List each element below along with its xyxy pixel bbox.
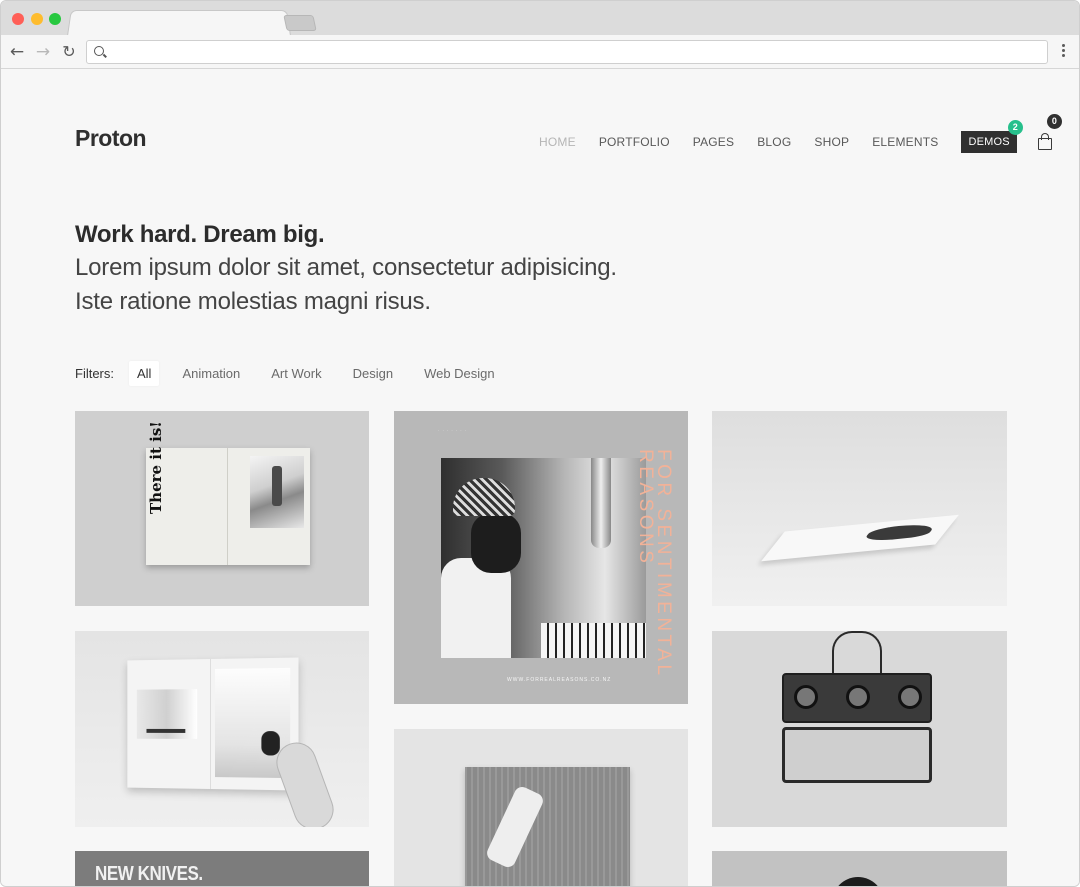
main-navigation: HOME PORTFOLIO PAGES BLOG SHOP ELEMENTS … [539, 113, 1062, 153]
demos-badge: 2 [1007, 120, 1023, 135]
new-tab-button[interactable] [283, 15, 317, 31]
web-page: Proton HOME PORTFOLIO PAGES BLOG SHOP EL… [1, 69, 1079, 886]
device-image [782, 631, 932, 803]
demos-button[interactable]: DEMOS 2 [961, 120, 1023, 153]
portfolio-item-magazine[interactable] [75, 631, 369, 827]
browser-tab-active[interactable] [67, 10, 291, 36]
cart-icon[interactable]: 0 [1037, 113, 1062, 150]
nav-home[interactable]: HOME [539, 135, 576, 149]
address-bar[interactable] [86, 40, 1048, 64]
portfolio-item-device[interactable] [712, 631, 1007, 827]
portfolio-item-dark[interactable] [712, 851, 1007, 886]
print-image [465, 767, 630, 886]
nav-blog[interactable]: BLOG [757, 135, 791, 149]
nav-elements[interactable]: ELEMENTS [872, 135, 938, 149]
back-arrow-icon[interactable]: ← [7, 42, 27, 62]
nav-portfolio[interactable]: PORTFOLIO [599, 135, 670, 149]
poster-vertical-title: FOR SENTIMENTAL REASONS [635, 449, 684, 679]
forward-arrow-icon[interactable]: → [33, 42, 53, 62]
browser-menu-icon[interactable] [1059, 44, 1067, 60]
filter-art-work[interactable]: Art Work [263, 361, 329, 386]
site-logo[interactable]: Proton [75, 125, 147, 152]
filters-label: Filters: [75, 366, 114, 381]
magazine-image [127, 657, 299, 791]
poster-photo [441, 458, 646, 658]
filter-all[interactable]: All [129, 361, 160, 386]
reload-icon[interactable]: ↻ [59, 42, 79, 62]
maximize-window-button[interactable] [49, 13, 61, 25]
knives-title: NEW KNIVES. [95, 863, 203, 885]
dark-object-image [832, 877, 884, 886]
hero-subtitle-line-1: Lorem ipsum dolor sit amet, consectetur … [75, 254, 617, 281]
demos-label: DEMOS [968, 136, 1010, 148]
minimize-window-button[interactable] [31, 13, 43, 25]
portfolio-item-print[interactable] [394, 729, 688, 886]
browser-window: ← → ↻ Proton HOME PORTFOLIO PAGES BLOG S… [0, 0, 1080, 887]
nav-shop[interactable]: SHOP [814, 135, 849, 149]
poster-url: WWW.FORREALREASONS.CO.NZ [507, 677, 612, 683]
poster-small-header: · · · · · · · [438, 428, 467, 433]
filter-animation[interactable]: Animation [174, 361, 248, 386]
portfolio-item-knives[interactable]: NEW KNIVES. [75, 851, 369, 886]
hero-title: Work hard. Dream big. [75, 221, 325, 248]
search-icon [94, 46, 104, 56]
filter-design[interactable]: Design [345, 361, 401, 386]
hero-subtitle-line-2: Iste ratione molestias magni risus. [75, 288, 431, 315]
filter-web-design[interactable]: Web Design [416, 361, 503, 386]
portfolio-filters: Filters: All Animation Art Work Design W… [75, 361, 518, 386]
flat-book-image [761, 514, 959, 562]
nav-pages[interactable]: PAGES [693, 135, 734, 149]
book-cover-text: There it is! [147, 421, 165, 514]
portfolio-item-poster[interactable]: · · · · · · · FOR SENTIMENTAL REASONS WW… [394, 411, 688, 704]
portfolio-item-book[interactable]: There it is! [75, 411, 369, 606]
close-window-button[interactable] [12, 13, 24, 25]
book-image: There it is! [146, 421, 310, 565]
portfolio-item-book-flat[interactable] [712, 411, 1007, 606]
hero-section: Work hard. Dream big. Lorem ipsum dolor … [75, 219, 617, 319]
poster-title-line-2: REASONS [635, 449, 656, 567]
cart-count-badge: 0 [1046, 113, 1062, 129]
tab-bar [1, 1, 1079, 36]
browser-toolbar: ← → ↻ [1, 35, 1079, 69]
